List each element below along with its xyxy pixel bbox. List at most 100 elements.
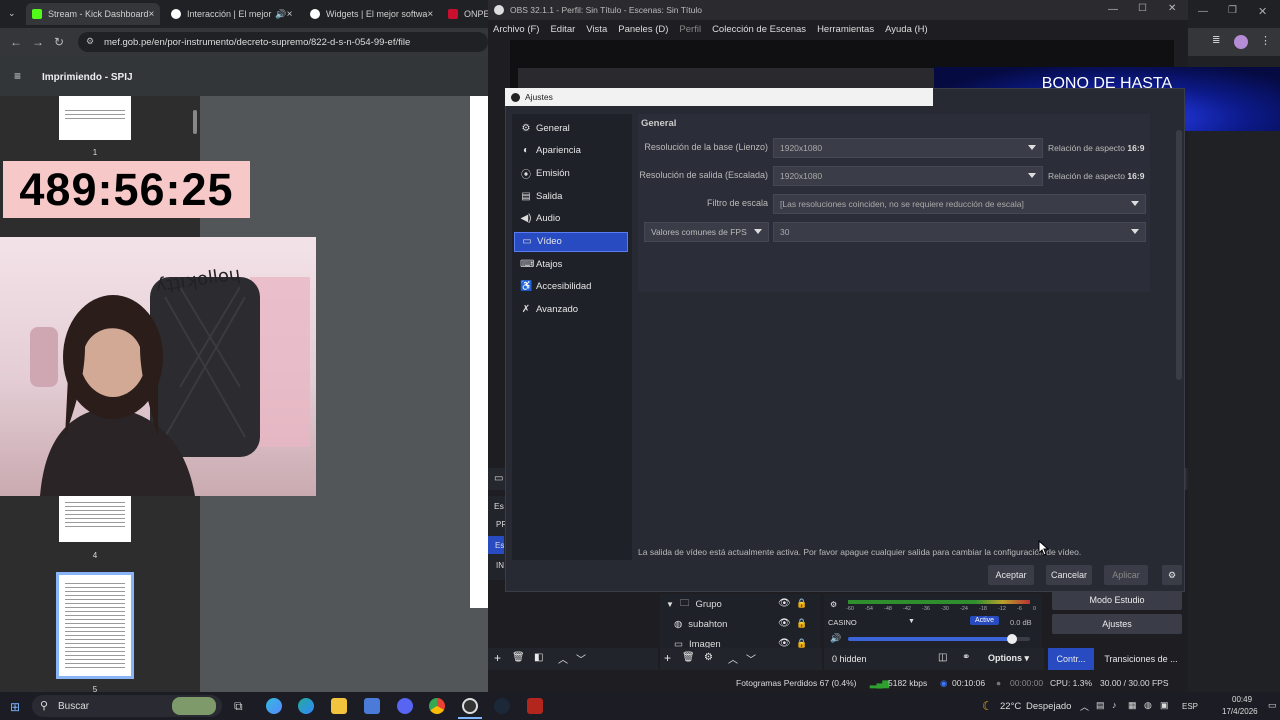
windows-start-icon[interactable]: ⊞ bbox=[10, 700, 20, 714]
tray-app-icon[interactable]: ♪ bbox=[1112, 700, 1117, 710]
add-icon[interactable]: + bbox=[664, 651, 671, 665]
menu-colecciones[interactable]: Colección de Escenas bbox=[712, 24, 806, 35]
settings-nav-item[interactable]: ⦿ Emisión bbox=[514, 163, 628, 183]
settings-nav-item[interactable]: ▭ Vídeo bbox=[514, 231, 628, 252]
menu-vista[interactable]: Vista bbox=[586, 24, 607, 35]
trash-icon[interactable]: 🗑 bbox=[512, 652, 525, 663]
volume-icon[interactable]: 🔊 bbox=[830, 633, 841, 644]
page-thumbnail-selected[interactable] bbox=[56, 572, 134, 679]
base-resolution-combo[interactable]: 1920x1080 bbox=[773, 138, 1043, 158]
tab-search-icon[interactable]: ⌄ bbox=[8, 8, 16, 19]
task-view-icon[interactable]: ⧉ bbox=[234, 699, 243, 714]
settings-nav-item[interactable]: ✗ Avanzado bbox=[514, 300, 628, 320]
trash-icon[interactable]: 🗑 bbox=[682, 652, 695, 663]
profile-avatar[interactable] bbox=[1234, 35, 1248, 49]
steam-icon[interactable] bbox=[494, 698, 510, 714]
source-row[interactable]: ◍ subahton bbox=[674, 615, 727, 633]
language-indicator[interactable]: ESP bbox=[1182, 702, 1198, 711]
arrow-up-icon[interactable]: ︿ bbox=[728, 651, 738, 666]
browser-tab[interactable]: Stream - Kick Dashboard × bbox=[26, 3, 160, 25]
site-info-icon[interactable]: ⚙ bbox=[86, 36, 94, 47]
settings-nav-item[interactable]: ⌨ Atajos bbox=[514, 254, 628, 274]
page-thumbnail[interactable] bbox=[59, 496, 131, 542]
settings-nav-item[interactable]: ◀) Audio bbox=[514, 209, 628, 229]
lock-icon[interactable]: 🔒 bbox=[796, 598, 807, 609]
settings-nav-item[interactable]: ◐ Apariencia bbox=[514, 141, 628, 161]
close-window-icon[interactable]: ✕ bbox=[1168, 3, 1176, 14]
controls-tab[interactable]: Contr... bbox=[1048, 648, 1094, 670]
tray-app-icon[interactable]: ▣ bbox=[1160, 700, 1169, 711]
caret-down-icon[interactable]: ▼ bbox=[666, 600, 674, 609]
menu-herramientas[interactable]: Herramientas bbox=[817, 24, 874, 35]
browser-tab[interactable]: Widgets | El mejor softwa × bbox=[304, 3, 438, 25]
source-row[interactable]: ▼ 🗀 Grupo bbox=[666, 595, 722, 613]
maximize-icon[interactable]: ☐ bbox=[1138, 3, 1147, 14]
weather-icon[interactable]: ☾ bbox=[982, 699, 993, 713]
menu-perfil[interactable]: Perfil bbox=[679, 24, 701, 35]
gear-icon[interactable]: ⚙ bbox=[1162, 565, 1182, 585]
forward-icon[interactable]: → bbox=[32, 35, 44, 49]
chrome-icon[interactable] bbox=[429, 698, 445, 714]
address-bar[interactable]: ⚙ mef.gob.pe/en/por-instrumento/decreto-… bbox=[78, 32, 488, 52]
cancel-button[interactable]: Cancelar bbox=[1046, 565, 1092, 585]
add-icon[interactable]: + bbox=[494, 651, 501, 665]
browser-tab[interactable]: ONPE bbox=[442, 3, 488, 25]
obs-icon[interactable] bbox=[462, 698, 478, 714]
cast-icon[interactable]: ≣ bbox=[1212, 35, 1220, 46]
options-menu[interactable]: Options ▾ bbox=[988, 653, 1029, 664]
minimize-icon[interactable]: — bbox=[1198, 6, 1208, 17]
close-icon[interactable]: × bbox=[427, 9, 438, 20]
copilot-icon[interactable] bbox=[266, 698, 282, 714]
file-explorer-icon[interactable] bbox=[331, 698, 347, 714]
taskbar-search[interactable]: ⚲ Buscar bbox=[32, 695, 222, 717]
close-window-icon[interactable]: ✕ bbox=[1258, 5, 1267, 18]
tray-app-icon[interactable]: ▤ bbox=[1096, 700, 1105, 711]
menu-editar[interactable]: Editar bbox=[550, 24, 575, 35]
visibility-eye-icon[interactable]: 👁 bbox=[778, 598, 791, 609]
menu-paneles[interactable]: Paneles (D) bbox=[618, 24, 668, 35]
notification-icon[interactable]: ▭ bbox=[1268, 700, 1277, 711]
reload-icon[interactable]: ↻ bbox=[54, 35, 64, 49]
discord-icon[interactable] bbox=[397, 698, 413, 714]
browser-tab[interactable]: Interacción | El mejor 🔊 × bbox=[165, 3, 300, 25]
link-icon[interactable]: ⚭ bbox=[962, 652, 970, 663]
arrow-down-icon[interactable]: ﹀ bbox=[746, 651, 756, 666]
arrow-up-icon[interactable]: ︿ bbox=[558, 651, 568, 666]
tray-app-icon[interactable]: ◍ bbox=[1144, 700, 1152, 711]
maximize-icon[interactable]: ❐ bbox=[1228, 5, 1237, 16]
page-thumbnail[interactable] bbox=[59, 96, 131, 140]
caret-down-icon[interactable]: ▼ bbox=[908, 618, 915, 625]
settings-nav-item[interactable]: ▤ Salida bbox=[514, 186, 628, 206]
layout-icon[interactable]: ◫ bbox=[938, 652, 947, 663]
gear-icon[interactable]: ⚙ bbox=[704, 652, 713, 663]
arrow-down-icon[interactable]: ﹀ bbox=[576, 651, 586, 666]
close-icon[interactable]: × bbox=[287, 9, 300, 20]
volume-slider[interactable] bbox=[848, 634, 1030, 644]
store-icon[interactable] bbox=[364, 698, 380, 714]
scale-filter-combo[interactable]: [Las resoluciones coinciden, no se requi… bbox=[773, 194, 1146, 214]
visibility-eye-icon[interactable]: 👁 bbox=[778, 618, 791, 629]
apply-button[interactable]: Aplicar bbox=[1104, 565, 1148, 585]
menu-archivo[interactable]: Archivo (F) bbox=[493, 24, 539, 35]
mixer-settings-icon[interactable]: ⚙ bbox=[830, 600, 837, 609]
filter-icon[interactable]: ◧ bbox=[534, 652, 543, 663]
menu-icon[interactable]: ⋮ bbox=[1260, 34, 1271, 47]
chevron-up-icon[interactable]: ︿ bbox=[1080, 700, 1089, 713]
scroll-thumb[interactable] bbox=[193, 110, 197, 134]
menu-ayuda[interactable]: Ayuda (H) bbox=[885, 24, 928, 35]
close-icon[interactable]: × bbox=[149, 9, 160, 20]
studio-mode-button[interactable]: Modo Estudio bbox=[1052, 590, 1182, 610]
accept-button[interactable]: Aceptar bbox=[988, 565, 1034, 585]
output-resolution-combo[interactable]: 1920x1080 bbox=[773, 166, 1043, 186]
settings-button[interactable]: Ajustes bbox=[1052, 614, 1182, 634]
speaker-icon[interactable]: 🔊 bbox=[275, 9, 286, 20]
transitions-tab[interactable]: Transiciones de ... bbox=[1096, 648, 1186, 670]
lock-icon[interactable]: 🔒 bbox=[796, 618, 807, 629]
hamburger-icon[interactable]: ≡ bbox=[14, 69, 21, 83]
settings-scrollbar[interactable] bbox=[1176, 130, 1182, 380]
fps-value-combo[interactable]: 30 bbox=[773, 222, 1146, 242]
back-icon[interactable]: ← bbox=[10, 35, 22, 49]
minimize-icon[interactable]: — bbox=[1108, 4, 1118, 15]
app-icon[interactable] bbox=[527, 698, 543, 714]
settings-nav-item[interactable]: ♿ Accesibilidad bbox=[514, 277, 628, 297]
